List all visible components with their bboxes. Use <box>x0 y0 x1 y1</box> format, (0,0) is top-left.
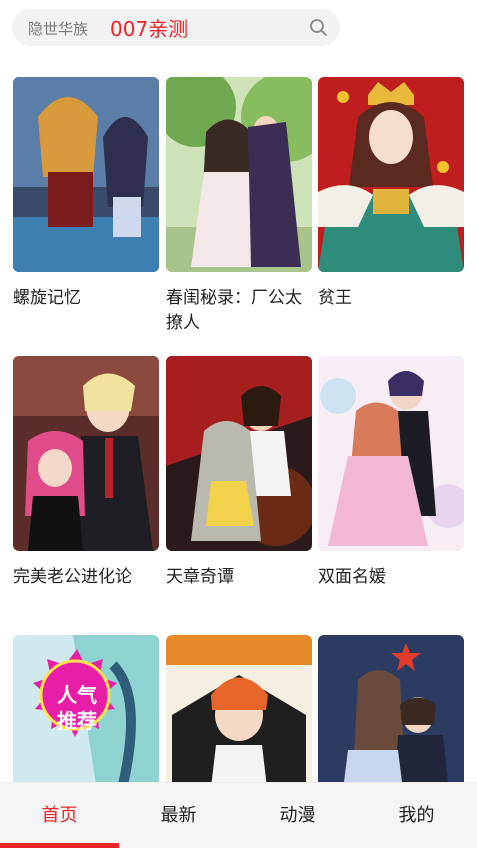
comic-title[interactable]: 春闺秘录：厂公太撩人 <box>166 286 312 336</box>
badge-line-1: 人气 <box>57 683 97 707</box>
comic-cover[interactable] <box>13 356 159 551</box>
active-tab-indicator <box>0 843 119 848</box>
tab-latest[interactable]: 最新 <box>119 783 238 848</box>
tab-anime[interactable]: 动漫 <box>238 783 357 848</box>
comic-title[interactable]: 螺旋记忆 <box>13 286 159 311</box>
comic-title[interactable]: 完美老公进化论 <box>13 565 159 590</box>
comic-card[interactable]: 双面名媛 <box>318 356 464 590</box>
comic-cover[interactable] <box>318 77 464 272</box>
comic-title[interactable]: 双面名媛 <box>318 565 464 590</box>
popular-badge: 人气 推荐 <box>31 659 123 751</box>
badge-line-2: 推荐 <box>57 709 97 733</box>
tab-home[interactable]: 首页 <box>0 783 119 848</box>
comic-cover[interactable] <box>166 356 312 551</box>
comic-title[interactable]: 天章奇谭 <box>166 565 312 590</box>
comic-cover[interactable] <box>318 356 464 551</box>
comic-cover[interactable] <box>166 77 312 272</box>
comic-card[interactable]: 贫王 <box>318 77 464 311</box>
search-input[interactable]: 007亲测 <box>110 13 188 42</box>
search-bar[interactable]: 隐世华族 007亲测 <box>12 9 340 46</box>
comic-title[interactable]: 贫王 <box>318 286 464 311</box>
comic-cover[interactable] <box>13 77 159 272</box>
search-placeholder: 隐世华族 <box>28 20 89 38</box>
search-icon[interactable] <box>309 18 328 37</box>
comic-card[interactable]: 螺旋记忆 <box>13 77 159 311</box>
tab-mine[interactable]: 我的 <box>357 783 476 848</box>
comic-card[interactable]: 天章奇谭 <box>166 356 312 590</box>
bottom-tab-bar: 首页 最新 动漫 我的 <box>0 782 477 848</box>
comic-card[interactable]: 春闺秘录：厂公太撩人 <box>166 77 312 336</box>
comic-card[interactable]: 完美老公进化论 <box>13 356 159 590</box>
